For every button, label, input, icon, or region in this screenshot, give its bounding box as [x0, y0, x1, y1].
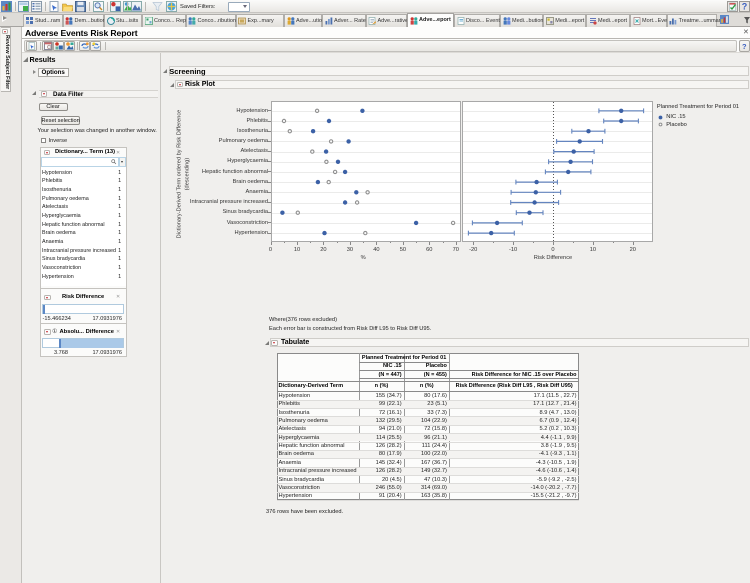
svg-text:?: ? [742, 2, 748, 12]
